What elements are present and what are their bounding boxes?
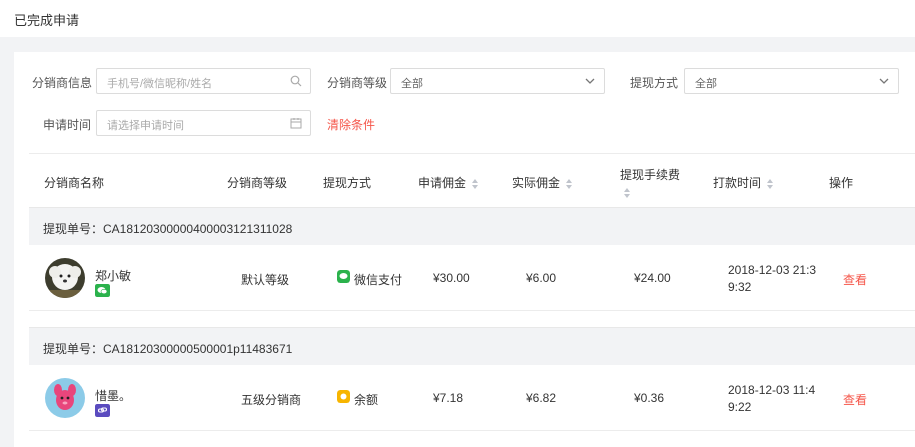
sort-icon[interactable]: [624, 187, 631, 198]
chevron-down-icon: [585, 78, 595, 84]
apply-commission: ¥7.18: [433, 391, 464, 405]
pay-time-line1: 2018-12-03 21:3: [728, 263, 817, 277]
table-row: 惜墨。 五级分销商 余额 ¥7.18 ¥6.82 ¥0.36 2018-12-0…: [29, 365, 915, 431]
distributor-search-input[interactable]: 手机号/微信昵称/姓名: [96, 68, 311, 94]
method-label: 提现方式: [630, 76, 679, 90]
time-label: 申请时间: [43, 118, 92, 132]
withdraw-method: 余额: [354, 393, 379, 407]
actual-commission: ¥6.00: [526, 271, 557, 285]
header-actual-commission[interactable]: 实际佣金: [512, 174, 573, 191]
header-fee[interactable]: 提现手续费: [620, 166, 680, 198]
page-title: 已完成申请: [14, 13, 80, 28]
order-number: 提现单号：CA18120300000400003121311028: [43, 222, 293, 236]
content-panel: 分销商信息 手机号/微信昵称/姓名 分销商等级 全部 提现方式 全部 申请时间 …: [14, 52, 915, 447]
level-select[interactable]: 全部: [390, 68, 605, 94]
header-method: 提现方式: [323, 176, 372, 190]
actual-commission: ¥6.82: [526, 391, 557, 405]
withdraw-method: 微信支付: [354, 273, 403, 287]
wechat-pay-icon: [337, 270, 350, 283]
table-row: 郑小敏 默认等级 微信支付 ¥30.00 ¥6.00 ¥24.00 2018-1…: [29, 245, 915, 311]
level-select-value: 全部: [401, 78, 423, 90]
wechat-icon: [95, 284, 110, 297]
view-link[interactable]: 查看: [843, 271, 867, 288]
avatar: [45, 378, 85, 418]
withdraw-fee: ¥24.00: [634, 271, 671, 285]
view-link[interactable]: 查看: [843, 391, 867, 408]
header-actual-commission-label: 实际佣金: [512, 176, 561, 190]
method-select[interactable]: 全部: [684, 68, 899, 94]
distributor-name: 惜墨。: [95, 389, 132, 403]
page-header: 已完成申请: [0, 0, 915, 37]
search-icon: [290, 75, 302, 87]
distributor-search-placeholder: 手机号/微信昵称/姓名: [107, 78, 213, 90]
distributor-info-label: 分销商信息: [32, 76, 93, 90]
header-level: 分销商等级: [227, 176, 288, 190]
pay-time-line1: 2018-12-03 11:4: [728, 383, 816, 397]
withdraw-fee: ¥0.36: [634, 391, 665, 405]
header-apply-commission-label: 申请佣金: [418, 176, 467, 190]
calendar-icon: [290, 118, 302, 129]
order-number-bar: 提现单号：CA18120300000500001p11483671: [29, 327, 915, 365]
clear-filters-link[interactable]: 清除条件: [327, 116, 375, 133]
sort-icon[interactable]: [767, 178, 774, 189]
header-fee-label: 提现手续费: [620, 168, 681, 182]
header-pay-time[interactable]: 打款时间: [713, 174, 774, 191]
link-icon: [95, 404, 110, 417]
level-label: 分销商等级: [327, 76, 388, 90]
sort-icon[interactable]: [566, 178, 573, 189]
distributor-name: 郑小敏: [95, 269, 132, 283]
header-name: 分销商名称: [44, 176, 105, 190]
apply-time-placeholder: 请选择申请时间: [107, 120, 184, 132]
header-action: 操作: [829, 176, 854, 190]
avatar: [45, 258, 85, 298]
header-apply-commission[interactable]: 申请佣金: [418, 174, 479, 191]
distributor-level: 默认等级: [241, 273, 290, 287]
balance-icon: [337, 390, 350, 403]
distributor-level: 五级分销商: [241, 393, 302, 407]
apply-time-picker[interactable]: 请选择申请时间: [96, 110, 311, 136]
table-header: 分销商名称 分销商等级 提现方式 申请佣金 实际佣金 提现手续费 打款时间 操作: [29, 153, 915, 207]
order-number: 提现单号：CA18120300000500001p11483671: [43, 342, 293, 356]
apply-commission: ¥30.00: [433, 271, 470, 285]
sort-icon[interactable]: [472, 178, 479, 189]
method-select-value: 全部: [695, 78, 717, 90]
pay-time-line2: 9:22: [728, 400, 752, 414]
order-number-bar: 提现单号：CA18120300000400003121311028: [29, 207, 915, 245]
header-pay-time-label: 打款时间: [713, 176, 762, 190]
chevron-down-icon: [879, 78, 889, 84]
pay-time-line2: 9:32: [728, 280, 752, 294]
